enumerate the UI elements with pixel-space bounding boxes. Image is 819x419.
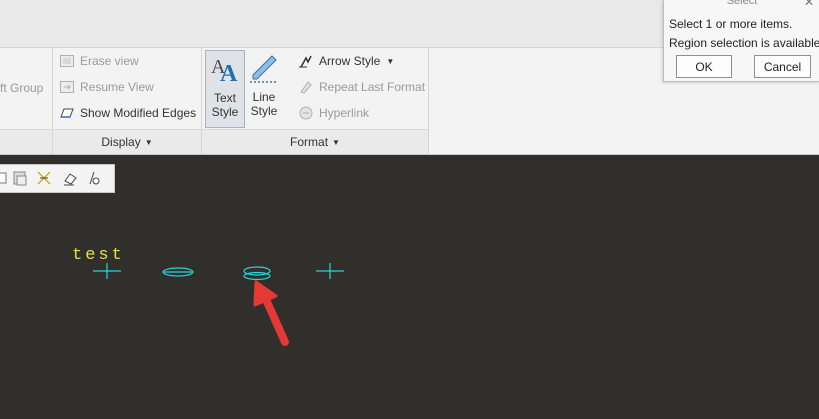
line-style-button[interactable]: Line Style [245,50,283,126]
select-dialog-title: Select [726,0,758,7]
select-instruction: Select 1 or more items. [669,17,793,31]
draft-group-label[interactable]: ft Group [0,77,43,99]
arrow-style-label: Arrow Style [319,54,381,68]
format-group-footer[interactable]: Format ▼ [202,129,428,154]
repeat-last-format-button[interactable]: Repeat Last Format [298,76,425,98]
format-dropdown-icon: ▼ [332,137,340,147]
draft-group-footer [0,129,52,154]
hyperlink-icon [299,106,313,120]
display-group-title: Display [101,135,141,149]
line-style-label-2: Style [250,104,278,118]
arrow-style-icon [299,55,312,68]
close-icon[interactable]: ✕ [804,0,814,9]
ok-button[interactable]: OK [676,55,732,78]
region-selection-note: Region selection is available. [669,36,819,50]
text-style-label-1: Text [213,91,236,105]
sketch-entity-icon[interactable] [36,170,52,186]
draft-group: ft Group [0,48,53,154]
erase-view-label: Erase view [80,54,139,68]
show-modified-edges-label: Show Modified Edges [80,106,197,120]
text-style-button[interactable]: A A Text Style [205,50,245,128]
svg-text:A: A [220,61,238,85]
display-dropdown-icon: ▼ [144,137,153,147]
text-style-icon: A A [211,56,238,85]
show-modified-edges-button[interactable]: Show Modified Edges [59,102,196,124]
clipboard-icon[interactable] [12,170,28,186]
hyperlink-label: Hyperlink [319,106,370,120]
line-style-label-1: Line [252,90,276,104]
drawing-canvas[interactable]: test [0,155,819,419]
erase-view-icon [60,55,74,67]
format-group-title: Format [290,135,329,149]
visibility-icon[interactable] [86,170,102,186]
arrow-style-button[interactable]: Arrow Style ▼ [298,50,394,72]
line-style-icon [250,55,278,83]
resume-view-icon [60,81,74,93]
erase-icon[interactable] [62,170,78,186]
display-group: Erase view Resume View Show Modified Edg… [53,48,202,154]
text-style-label-2: Style [211,105,239,119]
cancel-button[interactable]: Cancel [754,55,811,78]
hyperlink-button[interactable]: Hyperlink [298,102,369,124]
note-text[interactable]: test [72,246,125,265]
show-modified-edges-icon [60,108,74,118]
arrow-style-dropdown-icon: ▼ [386,56,395,66]
mini-toolbar [0,164,115,193]
repeat-last-format-label: Repeat Last Format [319,80,426,94]
repeat-last-format-icon [300,81,312,94]
erase-view-button[interactable]: Erase view [59,50,139,72]
display-group-footer[interactable]: Display ▼ [53,129,201,154]
format-group: A A Text Style Line Style Arrow Style ▼ Re… [202,48,429,154]
resume-view-button[interactable]: Resume View [59,76,154,98]
resume-view-label: Resume View [80,80,154,94]
select-dialog: Select ✕ Select 1 or more items. Region … [663,0,819,82]
